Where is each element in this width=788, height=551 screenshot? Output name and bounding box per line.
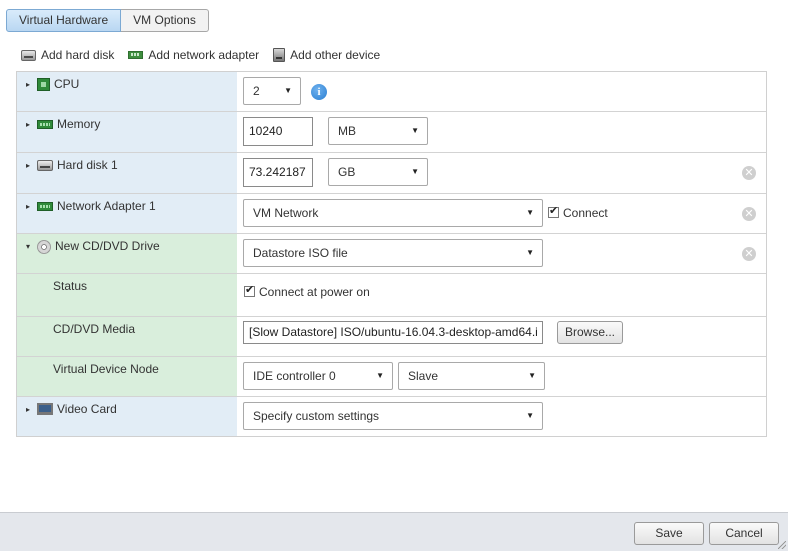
memory-unit-value: MB <box>338 124 356 138</box>
row-virtual-device-node: Virtual Device Node IDE controller 0 ▼ S… <box>17 357 766 397</box>
hardware-table: ▸ CPU 2 ▼ i ▸ Memory 10240 MB ▼ ▸ Hard d… <box>16 71 767 437</box>
row-cpu: ▸ CPU 2 ▼ i <box>17 72 766 112</box>
expand-caret-icon[interactable]: ▸ <box>23 200 33 212</box>
chevron-down-icon: ▼ <box>528 371 536 380</box>
hard-disk-label: Hard disk 1 <box>57 158 118 172</box>
row-hard-disk: ▸ Hard disk 1 73.242187 GB ▼ ✕ <box>17 153 766 194</box>
row-memory: ▸ Memory 10240 MB ▼ <box>17 112 766 153</box>
video-card-select[interactable]: Specify custom settings ▼ <box>243 402 543 430</box>
checkbox-checked-icon[interactable] <box>244 283 255 297</box>
tab-virtual-hardware[interactable]: Virtual Hardware <box>6 9 122 32</box>
row-label-cpu[interactable]: ▸ CPU <box>17 72 237 111</box>
virtual-device-node-label: Virtual Device Node <box>53 362 159 376</box>
row-label-virtual-device-node: Virtual Device Node <box>17 357 237 396</box>
cancel-button[interactable]: Cancel <box>709 522 779 545</box>
expand-caret-icon[interactable]: ▸ <box>23 118 33 130</box>
tab-bar: Virtual Hardware VM Options <box>6 9 209 32</box>
controller-value: IDE controller 0 <box>253 369 336 383</box>
memory-unit-select[interactable]: MB ▼ <box>328 117 428 145</box>
tab-vm-options[interactable]: VM Options <box>121 9 209 32</box>
expand-caret-icon[interactable]: ▸ <box>23 403 33 415</box>
cd-source-select[interactable]: Datastore ISO file ▼ <box>243 239 543 267</box>
row-label-status: Status <box>17 274 237 316</box>
checkbox-checked-icon[interactable] <box>548 204 559 218</box>
resize-grip-icon[interactable] <box>778 541 786 549</box>
cd-dvd-media-label: CD/DVD Media <box>53 322 136 336</box>
cd-dvd-media-input[interactable]: [Slow Datastore] ISO/ubuntu-16.04.3-desk… <box>243 321 543 344</box>
chevron-down-icon: ▼ <box>526 208 534 217</box>
cd-dvd-drive-label: New CD/DVD Drive <box>55 239 160 253</box>
cpu-icon <box>37 78 50 91</box>
remove-hard-disk-icon[interactable]: ✕ <box>742 166 756 180</box>
expand-caret-icon[interactable]: ▸ <box>23 78 33 90</box>
network-select[interactable]: VM Network ▼ <box>243 199 543 227</box>
cpu-label: CPU <box>54 77 80 91</box>
row-network-adapter: ▸ Network Adapter 1 VM Network ▼ Connect… <box>17 194 766 234</box>
video-card-icon <box>37 403 53 415</box>
other-device-icon <box>273 48 286 62</box>
add-network-adapter-label: Add network adapter <box>148 48 260 62</box>
memory-input[interactable]: 10240 <box>243 117 313 146</box>
cpu-select[interactable]: 2 ▼ <box>243 77 301 105</box>
row-label-hard-disk[interactable]: ▸ Hard disk 1 <box>17 153 237 193</box>
connect-at-power-on-label: Connect at power on <box>259 285 370 299</box>
hard-disk-size-input[interactable]: 73.242187 <box>243 158 313 187</box>
row-label-video-card[interactable]: ▸ Video Card <box>17 397 237 436</box>
add-other-device-label: Add other device <box>290 48 381 62</box>
add-network-adapter-button[interactable]: Add network adapter <box>128 48 259 62</box>
hard-disk-icon <box>21 49 36 61</box>
video-card-value: Specify custom settings <box>253 409 380 423</box>
network-adapter-icon <box>128 51 144 59</box>
chevron-down-icon: ▼ <box>526 411 534 420</box>
device-position-select[interactable]: Slave ▼ <box>398 362 545 390</box>
cd-dvd-icon <box>37 240 51 254</box>
row-status: Status Connect at power on <box>17 274 766 317</box>
connect-checkbox[interactable]: Connect <box>548 204 608 220</box>
add-hard-disk-button[interactable]: Add hard disk <box>21 48 114 62</box>
memory-label: Memory <box>57 117 101 131</box>
hard-disk-icon <box>37 160 53 171</box>
video-card-label: Video Card <box>57 402 117 416</box>
network-adapter-icon <box>37 202 53 211</box>
hard-disk-unit-value: GB <box>338 165 356 179</box>
connect-label: Connect <box>563 206 608 220</box>
row-label-cd-dvd-drive[interactable]: ▾ New CD/DVD Drive <box>17 234 237 273</box>
chevron-down-icon: ▼ <box>411 167 419 176</box>
remove-cd-dvd-icon[interactable]: ✕ <box>742 247 756 261</box>
chevron-down-icon: ▼ <box>526 248 534 257</box>
row-cd-dvd-media: CD/DVD Media [Slow Datastore] ISO/ubuntu… <box>17 317 766 357</box>
chevron-down-icon: ▼ <box>284 86 292 95</box>
cpu-value: 2 <box>253 84 260 98</box>
hard-disk-unit-select[interactable]: GB ▼ <box>328 158 428 186</box>
memory-icon <box>37 120 53 129</box>
chevron-down-icon: ▼ <box>411 126 419 135</box>
row-video-card: ▸ Video Card Specify custom settings ▼ <box>17 397 766 436</box>
chevron-down-icon: ▼ <box>376 371 384 380</box>
row-cd-dvd-drive: ▾ New CD/DVD Drive Datastore ISO file ▼ … <box>17 234 766 274</box>
remove-network-adapter-icon[interactable]: ✕ <box>742 207 756 221</box>
add-hard-disk-label: Add hard disk <box>41 48 115 62</box>
save-button[interactable]: Save <box>634 522 704 545</box>
info-icon[interactable]: i <box>311 84 327 100</box>
device-position-value: Slave <box>408 369 439 383</box>
network-value: VM Network <box>253 206 319 220</box>
browse-button[interactable]: Browse... <box>557 321 623 344</box>
row-label-memory[interactable]: ▸ Memory <box>17 112 237 152</box>
network-adapter-label: Network Adapter 1 <box>57 199 156 213</box>
device-toolbar: Add hard disk Add network adapter Add ot… <box>21 48 380 62</box>
controller-select[interactable]: IDE controller 0 ▼ <box>243 362 393 390</box>
connect-at-power-on-checkbox[interactable]: Connect at power on <box>244 283 370 299</box>
cd-source-value: Datastore ISO file <box>253 246 348 260</box>
collapse-caret-icon[interactable]: ▾ <box>23 240 33 252</box>
status-label: Status <box>53 279 88 293</box>
row-label-cd-dvd-media: CD/DVD Media <box>17 317 237 356</box>
add-other-device-button[interactable]: Add other device <box>273 48 380 62</box>
row-label-network-adapter[interactable]: ▸ Network Adapter 1 <box>17 194 237 233</box>
expand-caret-icon[interactable]: ▸ <box>23 159 33 171</box>
dialog-footer: Save Cancel <box>0 512 788 551</box>
